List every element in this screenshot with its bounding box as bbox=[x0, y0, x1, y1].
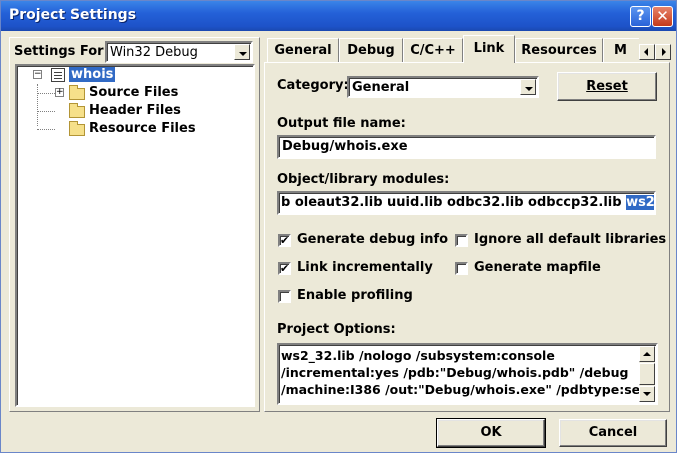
close-button[interactable]: ✕ bbox=[652, 6, 673, 27]
folder-icon bbox=[69, 121, 85, 136]
window-title: Project Settings bbox=[9, 7, 137, 23]
project-options-label: Project Options: bbox=[277, 322, 396, 337]
chevron-down-icon[interactable] bbox=[520, 79, 536, 95]
scroll-up-icon[interactable] bbox=[639, 346, 655, 362]
generate-debug-info-label[interactable]: Generate debug info bbox=[297, 232, 448, 247]
tree-line bbox=[37, 84, 38, 126]
tab-scroll-right-icon[interactable] bbox=[655, 44, 671, 60]
collapse-icon[interactable]: − bbox=[33, 70, 42, 79]
tab-scroll-left-icon[interactable] bbox=[639, 44, 655, 60]
output-file-label: Output file name: bbox=[277, 116, 406, 131]
link-incrementally-checkbox[interactable]: ✔ bbox=[278, 262, 291, 275]
generate-mapfile-label[interactable]: Generate mapfile bbox=[474, 260, 601, 275]
folder-icon bbox=[69, 103, 85, 118]
category-value: General bbox=[352, 80, 410, 95]
folder-icon bbox=[69, 85, 85, 100]
modules-label: Object/library modules: bbox=[277, 172, 450, 187]
scroll-down-icon[interactable] bbox=[639, 386, 655, 402]
enable-profiling-checkbox[interactable] bbox=[278, 290, 291, 303]
tree-item-label: Resource Files bbox=[89, 121, 196, 136]
tree-line bbox=[37, 111, 55, 112]
expand-icon[interactable]: + bbox=[55, 88, 64, 97]
chevron-down-icon[interactable] bbox=[234, 44, 250, 60]
project-options-line: /incremental:yes /pdb:"Debug/whois.pdb" … bbox=[281, 365, 629, 380]
category-label: Category: bbox=[277, 78, 349, 93]
cancel-button[interactable]: Cancel bbox=[559, 419, 667, 447]
project-options-textarea[interactable]: ws2_32.lib /nologo /subsystem:console /i… bbox=[277, 343, 658, 405]
tree-item-label: whois bbox=[69, 67, 116, 82]
modules-selected-text: ws2_32.lib bbox=[626, 195, 654, 210]
ok-button[interactable]: OK bbox=[436, 418, 546, 448]
category-combo[interactable]: General bbox=[347, 76, 539, 98]
reset-button[interactable]: Reset bbox=[557, 72, 657, 101]
settings-for-combo[interactable]: Win32 Debug bbox=[105, 41, 253, 63]
ignore-default-libraries-checkbox[interactable] bbox=[455, 234, 468, 247]
tree-line bbox=[37, 93, 55, 94]
modules-field[interactable]: b oleaut32.lib uuid.lib odbc32.lib odbcc… bbox=[277, 191, 656, 215]
project-icon bbox=[51, 68, 65, 82]
link-tab-page: Category: General Reset Output file name… bbox=[264, 62, 670, 412]
tab-resources[interactable]: Resources bbox=[515, 38, 603, 63]
output-file-field[interactable]: Debug/whois.exe bbox=[277, 135, 656, 159]
link-incrementally-label[interactable]: Link incrementally bbox=[297, 260, 433, 275]
tab-link[interactable]: Link bbox=[463, 35, 515, 63]
reset-button-label: Reset bbox=[586, 79, 628, 94]
project-options-line: ws2_32.lib /nologo /subsystem:console bbox=[281, 348, 555, 363]
scroll-thumb[interactable] bbox=[639, 363, 655, 385]
tab-c-cpp[interactable]: C/C++ bbox=[403, 38, 463, 63]
generate-debug-info-checkbox[interactable]: ✔ bbox=[278, 234, 291, 247]
settings-for-value: Win32 Debug bbox=[110, 45, 198, 60]
settings-for-label: Settings For: bbox=[14, 44, 109, 59]
tree-item-label: Source Files bbox=[89, 85, 179, 100]
generate-mapfile-checkbox[interactable] bbox=[455, 262, 468, 275]
ignore-default-libraries-label[interactable]: Ignore all default libraries bbox=[474, 232, 666, 247]
project-settings-dialog: Project Settings ? ✕ Settings For: Win32… bbox=[0, 0, 677, 453]
tab-general[interactable]: General bbox=[267, 38, 339, 63]
modules-text: b oleaut32.lib uuid.lib odbc32.lib odbcc… bbox=[281, 195, 627, 210]
help-button[interactable]: ? bbox=[630, 6, 651, 27]
tab-m[interactable]: M bbox=[603, 38, 639, 63]
tree-item-label: Header Files bbox=[89, 103, 181, 118]
tree-line bbox=[37, 129, 55, 130]
enable-profiling-label[interactable]: Enable profiling bbox=[297, 288, 413, 303]
project-tree[interactable]: − whois + Source Files Header Files Reso… bbox=[15, 64, 255, 407]
project-options-scrollbar[interactable] bbox=[639, 346, 655, 402]
project-options-text: ws2_32.lib /nologo /subsystem:console /i… bbox=[281, 347, 655, 398]
settings-for-pane: Settings For: Win32 Debug − whois + Sour… bbox=[9, 37, 260, 412]
tab-debug[interactable]: Debug bbox=[339, 38, 403, 63]
project-options-line: /machine:I386 /out:"Debug/whois.exe" /pd… bbox=[281, 382, 656, 397]
title-bar[interactable]: Project Settings ? ✕ bbox=[1, 1, 676, 31]
